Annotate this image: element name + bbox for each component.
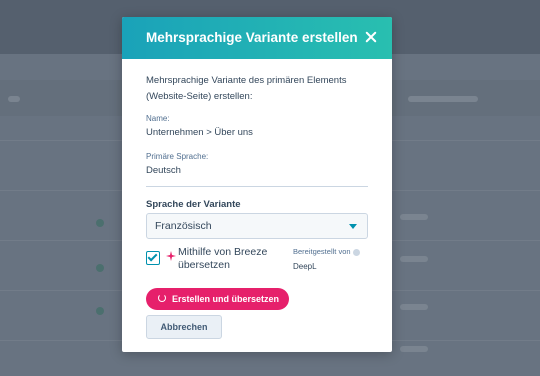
variant-language-select[interactable]: Französisch [146,213,368,239]
create-language-variant-dialog: Mehrsprachige Variante erstellen Mehrspr… [122,17,392,352]
provider-name: DeepL [293,262,317,271]
dialog-header: Mehrsprachige Variante erstellen [122,17,392,59]
dialog-description: Mehrsprachige Variante des primären Elem… [146,75,347,102]
variant-language-label: Sprache der Variante [146,199,241,210]
primary-language-label: Primäre Sprache: [146,152,209,161]
variant-language-selected-value: Französisch [155,220,212,232]
close-icon[interactable] [362,28,380,46]
provided-by-label: Bereitgestellt von [293,247,360,256]
create-and-translate-button[interactable]: Erstellen und übersetzen [146,288,289,310]
provided-by-text: Bereitgestellt von [293,247,351,256]
name-value: Unternehmen > Über uns [146,127,253,138]
breeze-translate-label[interactable]: Mithilfe von Breeze übersetzen [178,246,268,272]
sparkle-icon [166,251,176,261]
cancel-label: Abbrechen [160,322,208,332]
info-icon[interactable] [352,248,360,256]
create-and-translate-label: Erstellen und übersetzen [172,294,280,304]
dialog-title: Mehrsprachige Variante erstellen [146,30,358,45]
primary-language-value: Deutsch [146,165,181,176]
cancel-button[interactable]: Abbrechen [146,315,222,339]
refresh-icon [158,294,166,302]
name-label: Name: [146,114,170,123]
breeze-translate-checkbox[interactable] [146,251,160,265]
section-divider [146,186,368,187]
dropdown-caret-icon [349,224,357,229]
